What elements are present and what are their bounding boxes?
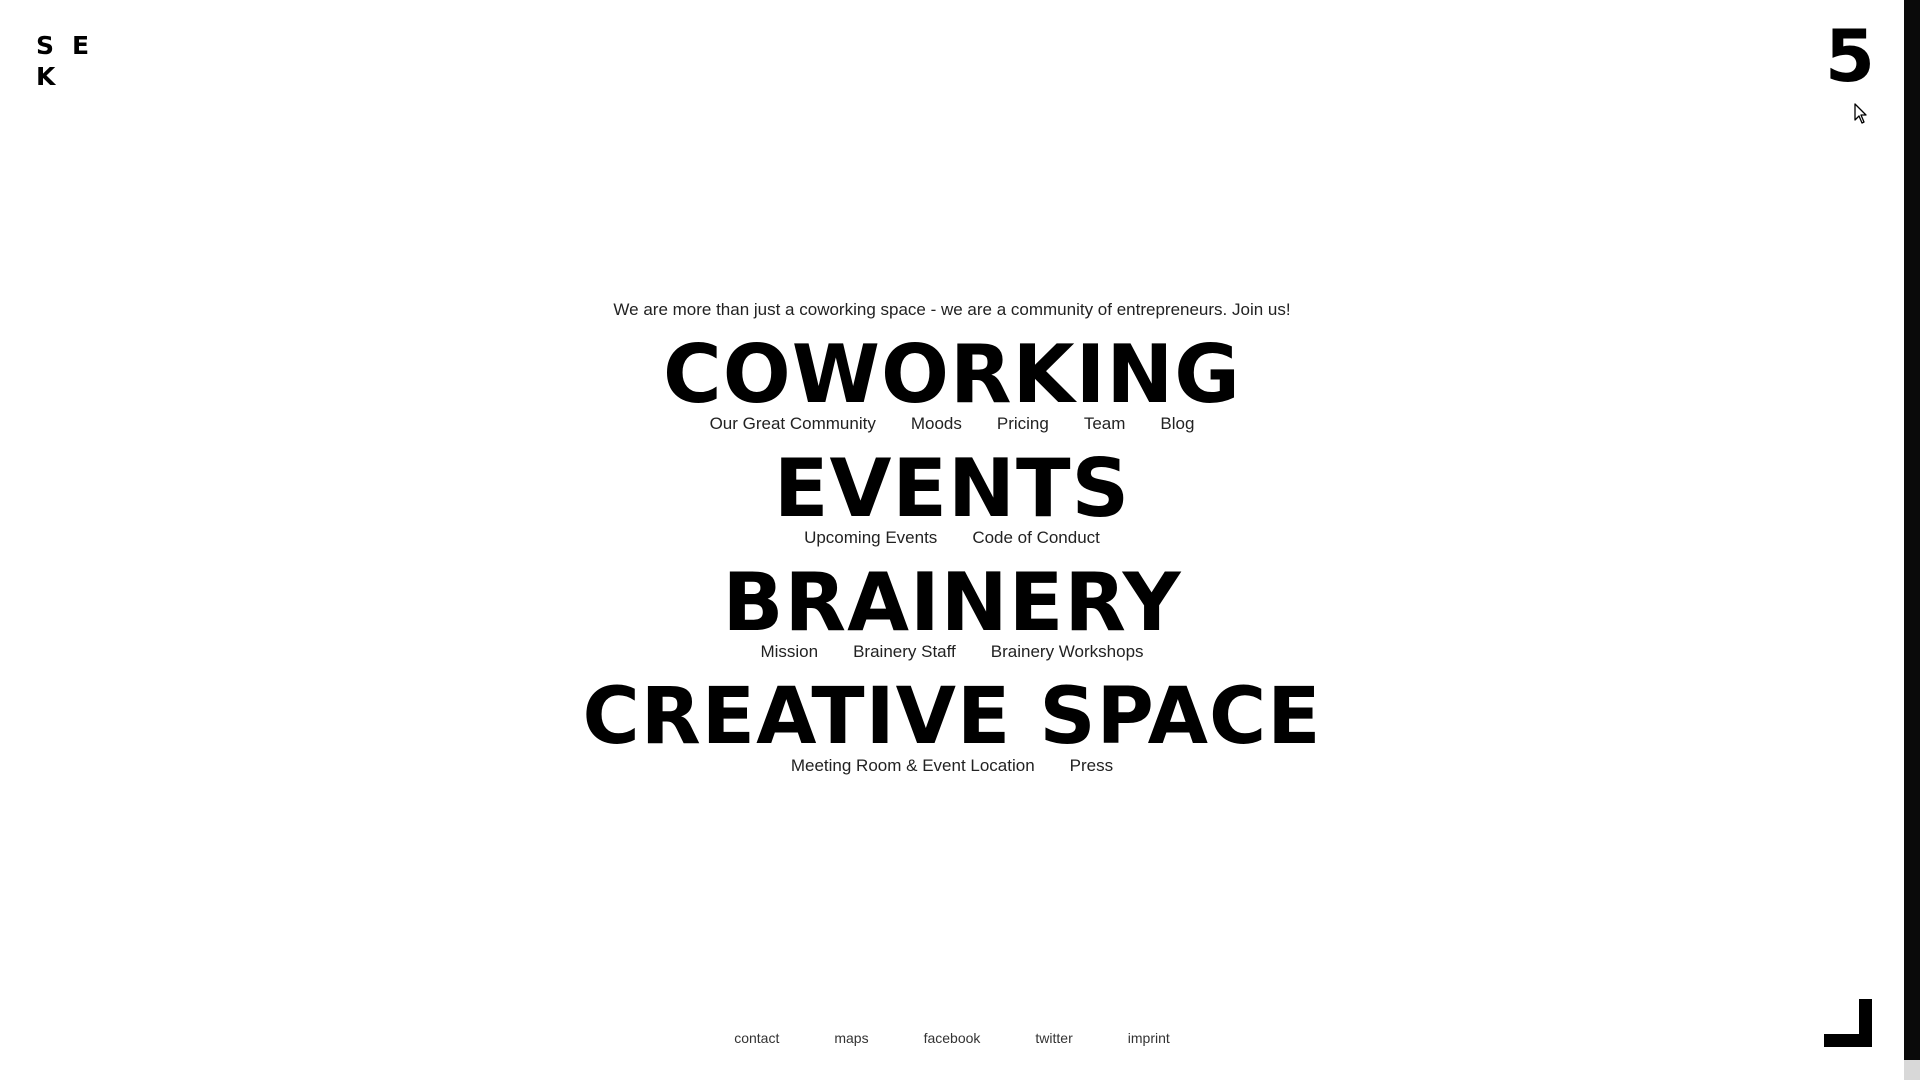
- footer-link-twitter[interactable]: twitter: [1035, 1030, 1072, 1046]
- scrollbar-corner: [1904, 1060, 1920, 1080]
- logo[interactable]: S E K: [36, 30, 92, 92]
- main-menu: We are more than just a coworking space …: [0, 300, 1904, 790]
- section-coworking: COWORKING Our Great Community Moods Pric…: [0, 334, 1904, 438]
- footer-link-contact[interactable]: contact: [734, 1030, 779, 1046]
- logo-row-top: S E: [36, 30, 92, 61]
- link-our-great-community[interactable]: Our Great Community: [710, 414, 876, 438]
- link-press[interactable]: Press: [1070, 756, 1113, 780]
- footer: contact maps facebook twitter imprint: [0, 1030, 1904, 1046]
- link-moods[interactable]: Moods: [911, 414, 962, 438]
- link-upcoming-events[interactable]: Upcoming Events: [804, 528, 937, 552]
- link-pricing[interactable]: Pricing: [997, 414, 1049, 438]
- section-title-brainery[interactable]: BRAINERY: [722, 562, 1181, 644]
- footer-link-facebook[interactable]: facebook: [924, 1030, 981, 1046]
- link-code-of-conduct[interactable]: Code of Conduct: [972, 528, 1100, 552]
- section-title-events[interactable]: EVENTS: [774, 448, 1130, 530]
- mouse-pointer-icon: [1854, 103, 1867, 124]
- section-events: EVENTS Upcoming Events Code of Conduct: [0, 448, 1904, 552]
- link-brainery-workshops[interactable]: Brainery Workshops: [991, 642, 1144, 666]
- link-brainery-staff[interactable]: Brainery Staff: [853, 642, 956, 666]
- link-team[interactable]: Team: [1084, 414, 1126, 438]
- section-creative-space: CREATIVE SPACE Meeting Room & Event Loca…: [0, 676, 1904, 780]
- corner-bracket-icon[interactable]: [1824, 999, 1872, 1047]
- page: S E K 5 We are more than just a coworkin…: [0, 0, 1920, 1080]
- section-title-creative-space[interactable]: CREATIVE SPACE: [582, 676, 1321, 758]
- logo-letter-s: S: [36, 31, 55, 60]
- sub-links-brainery: Mission Brainery Staff Brainery Workshop…: [0, 642, 1904, 666]
- section-brainery: BRAINERY Mission Brainery Staff Brainery…: [0, 562, 1904, 666]
- footer-link-imprint[interactable]: imprint: [1128, 1030, 1170, 1046]
- intro-text: We are more than just a coworking space …: [613, 300, 1291, 319]
- sub-links-coworking: Our Great Community Moods Pricing Team B…: [0, 414, 1904, 438]
- section-title-coworking[interactable]: COWORKING: [663, 334, 1241, 416]
- link-mission[interactable]: Mission: [760, 642, 818, 666]
- footer-link-maps[interactable]: maps: [834, 1030, 868, 1046]
- logo-row-bottom: K: [36, 61, 92, 92]
- link-meeting-room-event-location[interactable]: Meeting Room & Event Location: [791, 756, 1035, 780]
- link-blog[interactable]: Blog: [1160, 414, 1194, 438]
- sub-links-creative-space: Meeting Room & Event Location Press: [0, 756, 1904, 780]
- scrollbar[interactable]: [1904, 0, 1920, 1080]
- logo-letter-e: E: [72, 31, 90, 60]
- header-number[interactable]: 5: [1825, 16, 1875, 96]
- logo-letter-k: K: [36, 62, 56, 91]
